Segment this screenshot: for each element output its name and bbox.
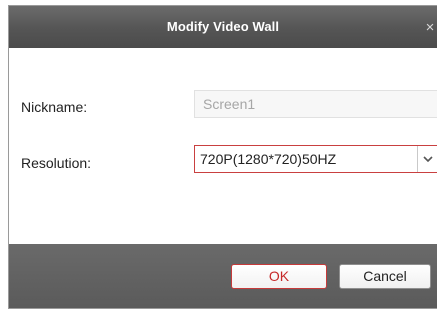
chevron-down-icon <box>423 156 433 163</box>
title-bar: Modify Video Wall × <box>9 6 437 48</box>
modify-video-wall-dialog: Modify Video Wall × Nickname: Resolution… <box>8 5 437 309</box>
dialog-footer: OK Cancel <box>9 244 437 308</box>
dialog-title: Modify Video Wall <box>166 19 280 34</box>
close-icon[interactable]: × <box>421 6 437 48</box>
resolution-selected-value: 720P(1280*720)50HZ <box>200 151 337 167</box>
resolution-select[interactable]: 720P(1280*720)50HZ <box>194 145 437 173</box>
nickname-label: Nickname: <box>21 99 88 115</box>
resolution-dropdown-button[interactable] <box>417 146 437 172</box>
resolution-label: Resolution: <box>21 155 92 171</box>
nickname-input[interactable] <box>194 90 437 118</box>
cancel-button[interactable]: Cancel <box>339 264 431 289</box>
ok-button[interactable]: OK <box>231 264 327 289</box>
dialog-body: Nickname: Resolution: 720P(1280*720)50HZ <box>9 48 437 244</box>
